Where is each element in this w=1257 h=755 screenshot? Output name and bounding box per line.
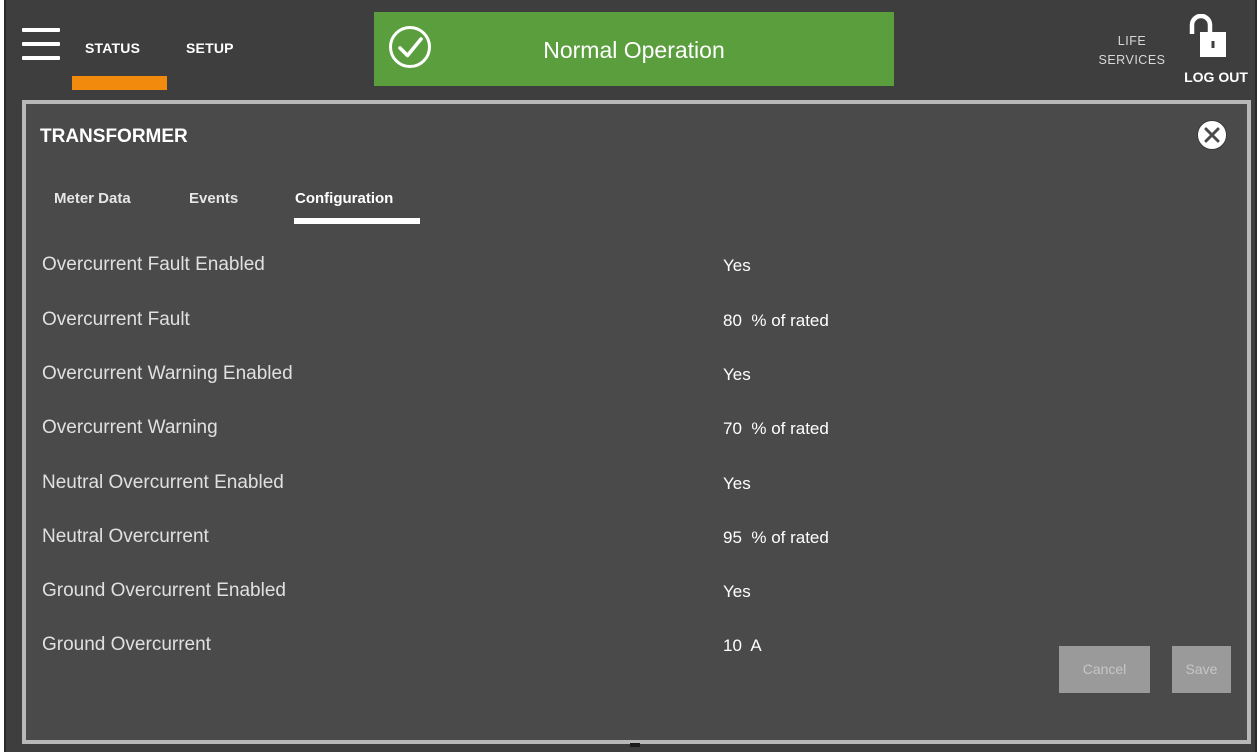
tab-configuration[interactable]: Configuration (295, 190, 393, 207)
close-circle-icon[interactable] (1196, 119, 1228, 151)
status-banner-text: Normal Operation (543, 37, 725, 63)
top-bar: STATUS SETUP Normal Operation LIFE SERVI… (6, 0, 1255, 95)
life-services-line2: SERVICES (1098, 53, 1166, 67)
config-row-value: Yes (723, 256, 751, 275)
unlocked-padlock-icon (1189, 14, 1226, 57)
transformer-panel: TRANSFORMER Meter Data Events Configurat… (22, 100, 1251, 744)
config-row-label: Ground Overcurrent (42, 634, 211, 655)
config-row-value: Yes (723, 474, 751, 493)
status-banner: Normal Operation (374, 12, 894, 86)
app-window: STATUS SETUP Normal Operation LIFE SERVI… (4, 0, 1257, 752)
life-services-line1: LIFE (1117, 34, 1147, 48)
config-row-value: 70 % of rated (723, 419, 829, 438)
nav-tab-setup[interactable]: SETUP (186, 40, 234, 56)
config-row-value: 95 % of rated (723, 528, 829, 547)
tab-active-indicator (294, 218, 420, 224)
resize-handle (630, 743, 640, 747)
save-button[interactable]: Save (1172, 646, 1231, 693)
screen: STATUS SETUP Normal Operation LIFE SERVI… (0, 0, 1257, 755)
config-row-label: Overcurrent Fault (42, 309, 190, 330)
menu-icon-bar (22, 42, 60, 46)
nav-active-indicator (72, 76, 167, 90)
config-row-value: Yes (723, 365, 751, 384)
config-row-label: Overcurrent Warning Enabled (42, 363, 293, 384)
config-row-label: Neutral Overcurrent (42, 526, 209, 547)
logout-label: LOG OUT (1184, 69, 1248, 85)
config-row-value: 80 % of rated (723, 311, 829, 330)
config-row-value: Yes (723, 582, 751, 601)
tab-events[interactable]: Events (189, 190, 238, 207)
logout-button[interactable]: LOG OUT (1172, 14, 1257, 94)
menu-icon-bar (22, 56, 60, 60)
tab-meter-data[interactable]: Meter Data (54, 190, 131, 207)
nav-tab-status[interactable]: STATUS (85, 40, 140, 56)
menu-icon-bar (22, 28, 60, 32)
life-services-link[interactable]: LIFE SERVICES (1092, 32, 1172, 70)
config-row-label: Overcurrent Warning (42, 417, 218, 438)
config-row-label: Ground Overcurrent Enabled (42, 580, 286, 601)
config-row-label: Neutral Overcurrent Enabled (42, 472, 284, 493)
menu-icon[interactable] (22, 28, 60, 62)
config-row-value: 10 A (723, 636, 762, 655)
config-row-label: Overcurrent Fault Enabled (42, 254, 265, 275)
cancel-button[interactable]: Cancel (1059, 646, 1150, 693)
panel-title: TRANSFORMER (40, 126, 188, 147)
